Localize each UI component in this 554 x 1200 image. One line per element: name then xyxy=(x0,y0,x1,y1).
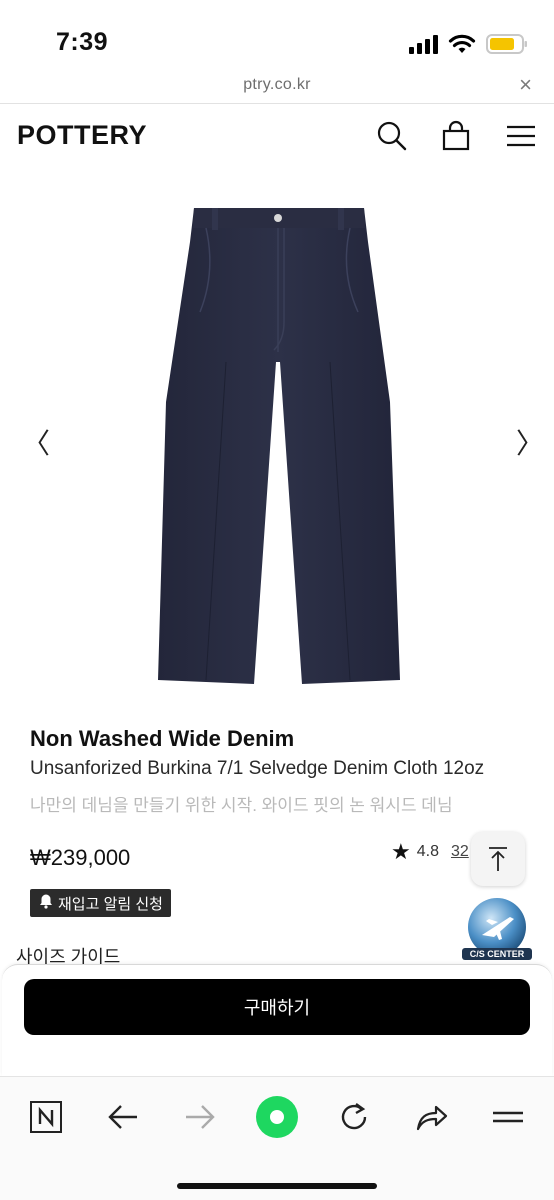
purchase-sheet: 구매하기 xyxy=(2,964,552,1076)
shopping-bag-icon[interactable] xyxy=(438,118,474,154)
restock-alert-button[interactable]: 재입고 알림 신청 xyxy=(30,889,171,917)
product-price: ₩239,000 xyxy=(30,845,131,870)
browser-toolbar xyxy=(0,1076,554,1200)
gallery-next-icon[interactable]: 〉 xyxy=(516,430,544,458)
home-indicator xyxy=(177,1183,377,1189)
share-icon[interactable] xyxy=(409,1095,453,1139)
restock-label: 재입고 알림 신청 xyxy=(58,895,163,913)
product-image xyxy=(158,208,400,684)
review-count-link[interactable]: 32 xyxy=(451,843,469,861)
buy-button[interactable]: 구매하기 xyxy=(24,979,530,1035)
cs-center-label: C/S CENTER xyxy=(462,948,532,960)
url-text[interactable]: ptry.co.kr xyxy=(0,76,554,94)
site-logo[interactable]: POTTERY xyxy=(17,120,147,151)
naver-n-icon[interactable] xyxy=(24,1095,68,1139)
rating-value: 4.8 xyxy=(416,843,439,860)
status-time: 7:39 xyxy=(56,28,109,56)
wifi-icon xyxy=(448,33,476,55)
cellular-signal-icon xyxy=(409,34,438,54)
bell-icon xyxy=(38,893,54,913)
gallery-prev-icon[interactable]: 〈 xyxy=(22,430,50,458)
scroll-to-top-button[interactable] xyxy=(471,832,525,886)
back-arrow-icon[interactable] xyxy=(101,1095,145,1139)
scroll-to-top-icon xyxy=(489,847,507,871)
product-subtitle: Unsanforized Burkina 7/1 Selvedge Denim … xyxy=(30,758,485,779)
cs-center-button[interactable]: C/S CENTER xyxy=(462,897,532,963)
site-header: POTTERY xyxy=(0,104,554,168)
menu-icon[interactable] xyxy=(486,1095,530,1139)
product-gallery[interactable]: 〈 〉 xyxy=(0,190,554,700)
hamburger-menu-icon[interactable] xyxy=(503,118,539,154)
battery-icon xyxy=(486,33,528,55)
status-icons xyxy=(409,32,528,56)
star-icon: ★ xyxy=(391,839,411,864)
product-name: Non Washed Wide Denim xyxy=(30,726,295,751)
reload-icon[interactable] xyxy=(332,1095,376,1139)
green-home-icon[interactable] xyxy=(255,1095,299,1139)
search-icon[interactable] xyxy=(374,118,410,154)
status-bar: 7:39 xyxy=(0,0,554,72)
product-rating[interactable]: ★ 4.8 32 xyxy=(391,839,469,864)
url-bar[interactable]: ptry.co.kr × xyxy=(0,72,554,104)
close-icon[interactable]: × xyxy=(519,74,532,96)
product-description: 나만의 데님을 만들기 위한 시작. 와이드 핏의 논 워시드 데님 xyxy=(30,796,453,815)
forward-arrow-icon[interactable] xyxy=(178,1095,222,1139)
